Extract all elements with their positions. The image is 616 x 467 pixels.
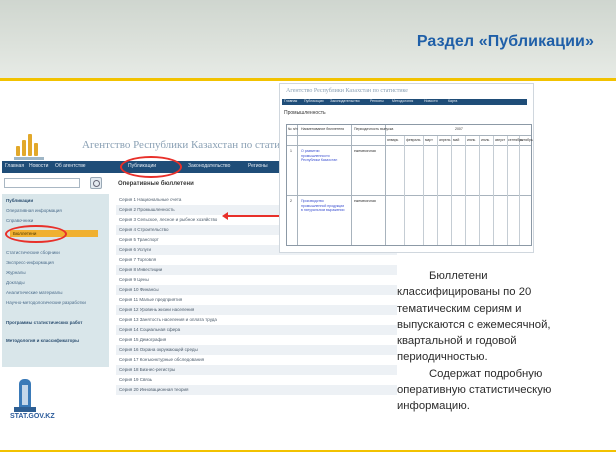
inset-nav-item[interactable]: Новости (424, 99, 438, 103)
nav-about[interactable]: Об агентстве (55, 163, 86, 169)
sidebar-header-programs[interactable]: Программы статистических работ (6, 320, 82, 325)
header-period: Периодичность выпуска (354, 127, 394, 131)
list-item[interactable]: Серия 13 Занятость населения и оплата тр… (116, 315, 397, 325)
nav-news[interactable]: Новости (29, 163, 48, 169)
sidebar-item-operative[interactable]: Оперативная информация (6, 208, 62, 213)
sidebar: Публикации Оперативная информация Справо… (2, 194, 109, 367)
sidebar-item-handbooks[interactable]: Справочники (6, 218, 33, 223)
content-title: Оперативные бюллетени (118, 181, 194, 187)
list-item[interactable]: Серия 9 Цены (116, 275, 397, 285)
header-year: 2007 (455, 127, 463, 131)
sidebar-item-journals[interactable]: Журналы (6, 270, 26, 275)
nav-regions[interactable]: Регионы (248, 163, 268, 169)
list-item[interactable]: Серия 15 Демография (116, 335, 397, 345)
bulletin-link[interactable]: Производство промышленной продукции в на… (301, 199, 347, 213)
description-line: Бюллетени (429, 270, 488, 282)
bottom-rule (0, 450, 616, 452)
inset-category-title: Промышленность (284, 110, 326, 116)
bulletin-link[interactable]: О развитии промышленности Республики Каз… (301, 149, 347, 163)
slide-title: Раздел «Публикации» (416, 33, 594, 50)
highlight-ellipse-nav (120, 156, 182, 178)
description-line: классифицированы по 20 (397, 286, 532, 299)
inset-nav-item[interactable]: Публикации (304, 99, 324, 103)
sidebar-item-express[interactable]: Экспресс-информация (6, 260, 54, 265)
inset-nav-item[interactable]: Законодательство (330, 99, 360, 103)
pointer-arrow-head (222, 212, 228, 220)
month-label: март (425, 138, 433, 142)
inset-nav-item[interactable]: Главная (284, 99, 297, 103)
search-input[interactable] (4, 178, 80, 188)
inset-nav-item[interactable]: Регионы (370, 99, 384, 103)
month-label: май (453, 138, 460, 142)
month-label: октябрь (520, 138, 533, 142)
sidebar-item-analytics[interactable]: Аналитические материалы (6, 290, 62, 295)
list-item[interactable]: Серия 20 Инновационная теория (116, 385, 397, 395)
month-label: июль (481, 138, 490, 142)
site-name: Агентство Республики Казахстан по статис… (82, 139, 306, 151)
sidebar-item-methodology[interactable]: Научно-методологические разработки (6, 300, 86, 305)
stat-tower-logo: STAT.GOV.KZ (10, 379, 55, 443)
nav-home[interactable]: Главная (5, 163, 24, 169)
month-label: август (495, 138, 506, 142)
list-item[interactable]: Серия 17 Конъюнктурные обследования (116, 355, 397, 365)
month-label: январь (387, 138, 399, 142)
nav-legislation[interactable]: Законодательство (188, 163, 230, 169)
description-line: информацию. (397, 400, 470, 413)
inset-nav: Главная Публикации Законодательство Реги… (282, 99, 527, 105)
row-number: 2 (290, 199, 292, 203)
bulletin-table: № п/п Наименование бюллетеня Периодичнос… (286, 124, 533, 246)
description-line: периодичностью. (397, 351, 488, 364)
description-line: выпускаются с ежемесячной, (397, 318, 551, 331)
description-line: оперативную статистическую (397, 384, 552, 397)
list-item[interactable]: Серия 12 Уровень жизни населения (116, 305, 397, 315)
list-item[interactable]: Серия 18 Бизнес-регистры (116, 365, 397, 375)
list-item[interactable]: Серия 11 Малые предприятия (116, 295, 397, 305)
list-item[interactable]: Серия 8 Инвестиции (116, 265, 397, 275)
list-item[interactable]: Серия 14 Социальная сфера (116, 325, 397, 335)
description-line: Содержат подробную (429, 367, 543, 380)
sidebar-item-collections[interactable]: Статистические сборники (6, 250, 60, 255)
list-item[interactable]: Серия 16 Охрана окружающей среды (116, 345, 397, 355)
month-label: февраль (406, 138, 421, 142)
sidebar-item-reports[interactable]: Доклады (6, 280, 25, 285)
inset-site-name: Агентство Республики Казахстан по статис… (286, 88, 408, 94)
row-period: ежемесячная (354, 149, 376, 153)
description-line: тематическим сериям и (397, 302, 522, 315)
search-icon[interactable] (90, 177, 102, 189)
sidebar-header-publications: Публикации (6, 198, 34, 203)
logo-text: STAT.GOV.KZ (10, 413, 55, 420)
inset-screenshot: Агентство Республики Казахстан по статис… (279, 83, 534, 253)
agency-logo (14, 134, 44, 160)
list-item[interactable]: Серия 7 Торговля (116, 255, 397, 265)
list-item[interactable]: Серия 19 Связь (116, 375, 397, 385)
list-item[interactable]: Серия 10 Финансы (116, 285, 397, 295)
row-number: 1 (290, 149, 292, 153)
highlight-ellipse-sidebar (5, 225, 67, 243)
description-line: квартальной и годовой (397, 335, 517, 348)
header-name: Наименование бюллетеня (301, 127, 345, 131)
inset-nav-item[interactable]: Карта (448, 99, 457, 103)
month-label: июнь (467, 138, 476, 142)
row-period: ежемесячная (354, 199, 376, 203)
sidebar-header-classifiers[interactable]: Методология и классификаторы (6, 338, 79, 343)
top-rule (0, 78, 616, 81)
month-label: апрель (439, 138, 451, 142)
inset-nav-item[interactable]: Методология (392, 99, 413, 103)
description-text: Бюллетени классифицированы по 20 тематич… (397, 268, 616, 415)
header-num: № п/п (288, 127, 298, 131)
